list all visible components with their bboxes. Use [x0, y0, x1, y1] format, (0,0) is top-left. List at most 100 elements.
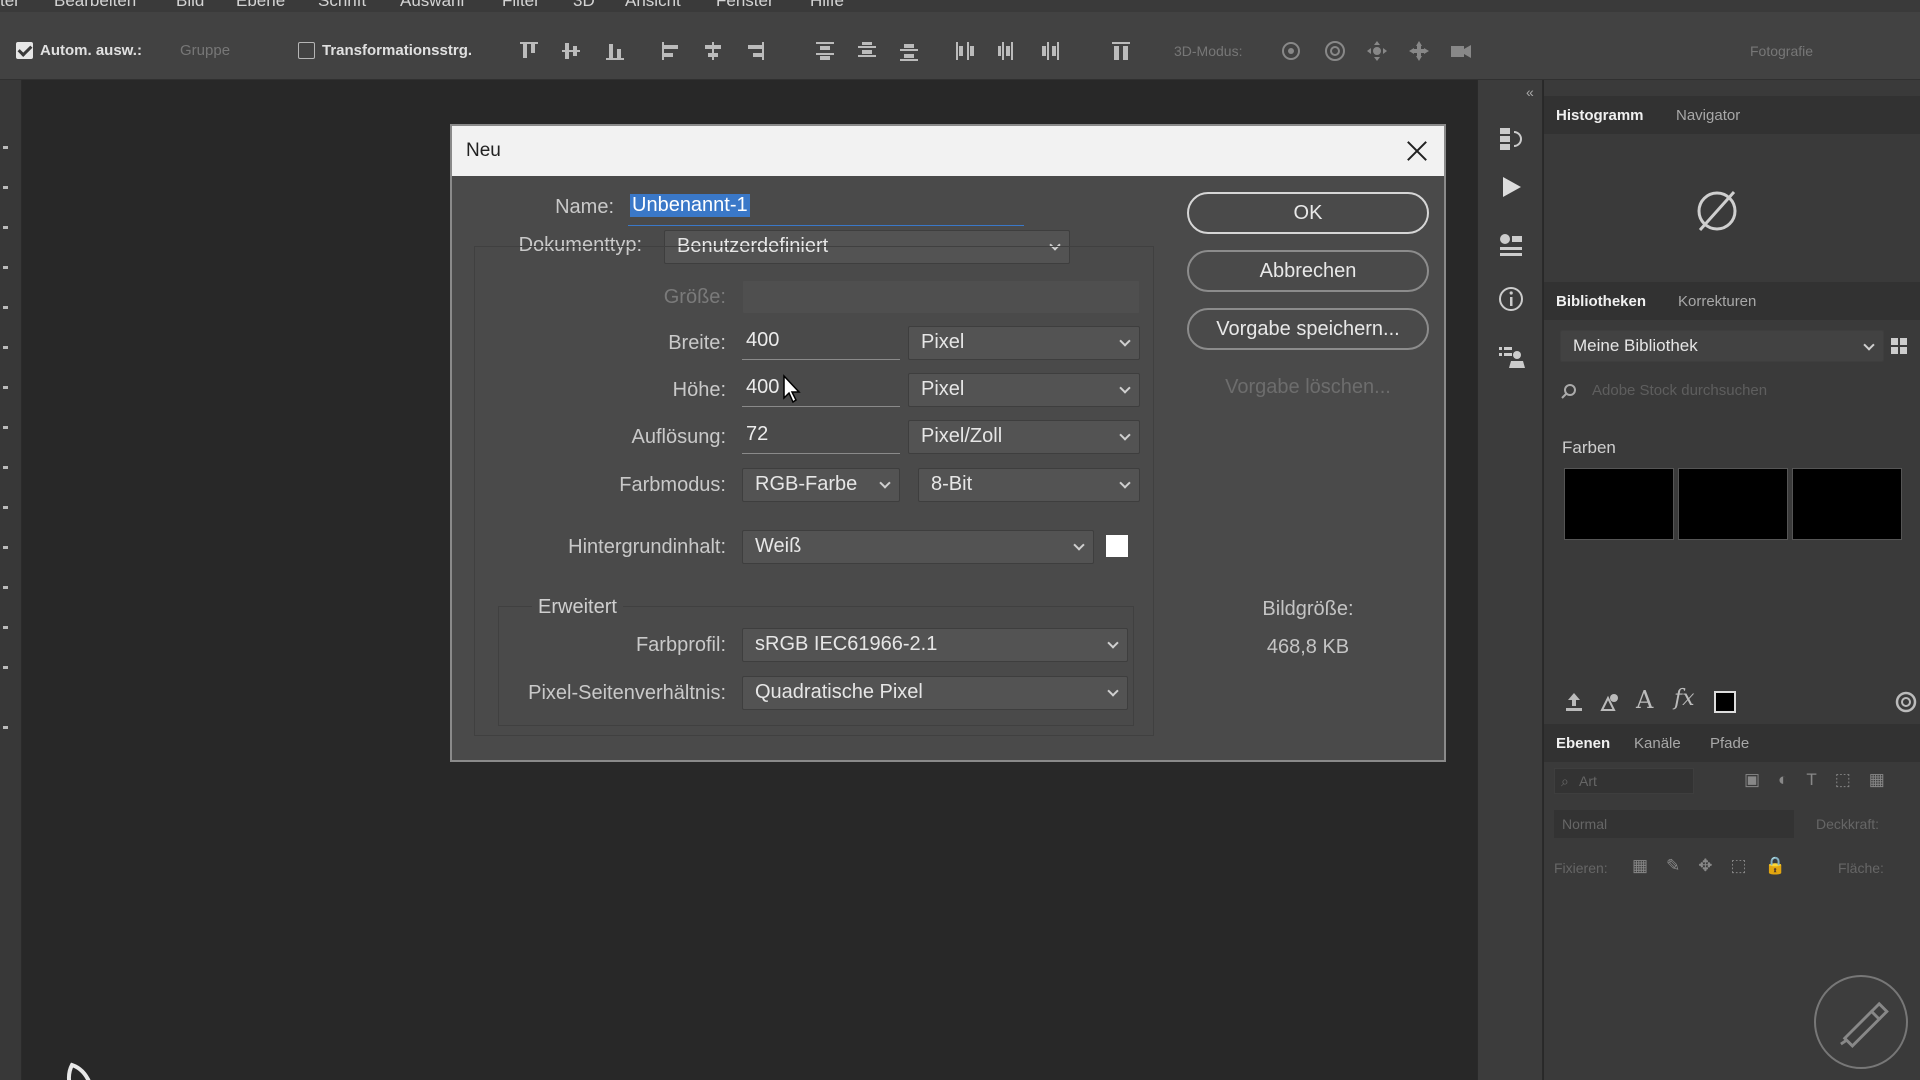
- ok-button[interactable]: OK: [1187, 192, 1429, 234]
- background-color-swatch[interactable]: [1106, 535, 1128, 557]
- histogram-panel-tabs: Histogramm Navigator: [1544, 96, 1920, 134]
- transform-controls-label: Transformationsstrg.: [322, 42, 473, 59]
- menu-item-layer[interactable]: Ebene: [236, 0, 285, 11]
- menu-item-window[interactable]: Fenster: [716, 0, 774, 11]
- align-top-icon[interactable]: [516, 38, 542, 64]
- tool-handle[interactable]: [3, 306, 8, 309]
- cancel-button[interactable]: Abbrechen: [1187, 250, 1429, 292]
- tool-handle[interactable]: [3, 186, 8, 189]
- options-bar: Autom. ausw.: Gruppe Transformationsstrg…: [0, 12, 1920, 80]
- tool-handle[interactable]: [3, 466, 8, 469]
- menu-item-edit[interactable]: Bearbeiten: [54, 0, 136, 11]
- tab-channels[interactable]: Kanäle: [1634, 735, 1681, 752]
- tool-handle[interactable]: [3, 346, 8, 349]
- height-input[interactable]: 400: [742, 373, 900, 407]
- tool-handle[interactable]: [3, 146, 8, 149]
- panel-icon-strip: «: [1477, 80, 1543, 1080]
- pixel-aspect-ratio-select[interactable]: Quadratische Pixel: [742, 676, 1128, 710]
- tab-layers[interactable]: Ebenen: [1556, 735, 1610, 752]
- layer-filter-icons[interactable]: ▣◐T⬚▦: [1744, 770, 1920, 792]
- tool-handle[interactable]: [3, 726, 8, 729]
- auto-select-checkbox[interactable]: [16, 42, 33, 59]
- info-icon[interactable]: [1496, 284, 1526, 314]
- menu-item-image[interactable]: Bild: [176, 0, 204, 11]
- distribute-bottom-icon[interactable]: [896, 38, 922, 64]
- align-right-icon[interactable]: [742, 38, 768, 64]
- tool-handle[interactable]: [3, 666, 8, 669]
- library-view-grid-icon[interactable]: [1889, 336, 1909, 356]
- transform-controls-checkbox[interactable]: [298, 42, 315, 59]
- width-input[interactable]: 400: [742, 326, 900, 360]
- stock-search-input[interactable]: Adobe Stock durchsuchen: [1592, 382, 1767, 399]
- height-unit-select[interactable]: Pixel: [908, 373, 1140, 407]
- workspace-switcher[interactable]: Fotografie: [1750, 43, 1813, 59]
- layer-comps-icon[interactable]: [1496, 342, 1526, 372]
- size-select[interactable]: [742, 280, 1140, 314]
- tab-libraries[interactable]: Bibliotheken: [1556, 293, 1646, 310]
- tool-handle[interactable]: [3, 546, 8, 549]
- actions-play-icon[interactable]: [1496, 172, 1526, 202]
- auto-align-layers-icon[interactable]: [1108, 38, 1134, 64]
- align-left-icon[interactable]: [658, 38, 684, 64]
- name-input[interactable]: Unbenannt-1: [628, 190, 1024, 226]
- color-profile-select[interactable]: sRGB IEC61966-2.1: [742, 628, 1128, 662]
- tab-histogram[interactable]: Histogramm: [1556, 107, 1644, 124]
- add-graphic-icon[interactable]: [1598, 690, 1622, 714]
- add-layer-style-icon[interactable]: fx: [1674, 686, 1695, 711]
- tool-handle[interactable]: [3, 426, 8, 429]
- creative-cloud-icon[interactable]: [1894, 690, 1918, 714]
- menu-item-filter[interactable]: Filter: [502, 0, 540, 11]
- distribute-right-icon[interactable]: [1036, 38, 1062, 64]
- align-horizontal-center-icon[interactable]: [700, 38, 726, 64]
- tool-handle[interactable]: [3, 266, 8, 269]
- tab-navigator[interactable]: Navigator: [1676, 107, 1740, 124]
- 3d-camera-icon[interactable]: [1448, 38, 1474, 64]
- align-vertical-center-icon[interactable]: [558, 38, 584, 64]
- color-swatch[interactable]: [1564, 468, 1674, 540]
- distribute-horizontal-center-icon[interactable]: [994, 38, 1020, 64]
- tool-handle[interactable]: [3, 226, 8, 229]
- width-unit-select[interactable]: Pixel: [908, 326, 1140, 360]
- menu-item-filter-partial[interactable]: ter: [0, 0, 20, 11]
- color-swatch[interactable]: [1678, 468, 1788, 540]
- tool-handle[interactable]: [3, 626, 8, 629]
- auto-select-dropdown[interactable]: Gruppe: [180, 42, 230, 59]
- color-swatch[interactable]: [1792, 468, 1902, 540]
- 3d-slide-icon[interactable]: [1406, 38, 1432, 64]
- menu-item-type[interactable]: Schrift: [318, 0, 366, 11]
- collapse-panels-icon[interactable]: «: [1526, 84, 1534, 100]
- menu-item-3d[interactable]: 3D: [573, 0, 595, 11]
- distribute-left-icon[interactable]: [952, 38, 978, 64]
- bit-depth-select[interactable]: 8-Bit: [918, 468, 1140, 502]
- align-bottom-icon[interactable]: [602, 38, 628, 64]
- close-icon[interactable]: [1404, 138, 1430, 164]
- distribute-top-icon[interactable]: [812, 38, 838, 64]
- menu-item-view[interactable]: Ansicht: [625, 0, 681, 11]
- layer-kind-filter[interactable]: ⌕ Art: [1554, 768, 1694, 794]
- menu-item-help[interactable]: Hilfe: [810, 0, 844, 11]
- upload-icon[interactable]: [1562, 690, 1586, 714]
- save-preset-button[interactable]: Vorgabe speichern...: [1187, 308, 1429, 350]
- tool-handle[interactable]: [3, 506, 8, 509]
- resolution-unit-select[interactable]: Pixel/Zoll: [908, 420, 1140, 454]
- advanced-toggle[interactable]: Erweitert: [532, 596, 623, 619]
- distribute-vertical-center-icon[interactable]: [854, 38, 880, 64]
- add-fill-color-icon[interactable]: [1714, 691, 1736, 713]
- history-icon[interactable]: [1496, 124, 1526, 154]
- add-text-style-icon[interactable]: A: [1636, 686, 1653, 714]
- tool-handle[interactable]: [3, 586, 8, 589]
- menu-item-select[interactable]: Auswahl: [400, 0, 464, 11]
- 3d-orbit-icon[interactable]: [1278, 38, 1304, 64]
- tab-corrections[interactable]: Korrekturen: [1678, 293, 1756, 310]
- resolution-input[interactable]: 72: [742, 420, 900, 454]
- lock-icons[interactable]: ▦✎✥⬚🔒: [1632, 856, 1804, 876]
- properties-icon[interactable]: [1496, 230, 1526, 260]
- 3d-roll-icon[interactable]: [1322, 38, 1348, 64]
- library-select[interactable]: Meine Bibliothek: [1560, 330, 1884, 362]
- color-mode-select[interactable]: RGB-Farbe: [742, 468, 900, 502]
- tab-paths[interactable]: Pfade: [1710, 735, 1749, 752]
- tool-handle[interactable]: [3, 386, 8, 389]
- 3d-pan-icon[interactable]: [1364, 38, 1390, 64]
- blend-mode-select[interactable]: Normal: [1554, 810, 1794, 838]
- background-contents-select[interactable]: Weiß: [742, 530, 1094, 564]
